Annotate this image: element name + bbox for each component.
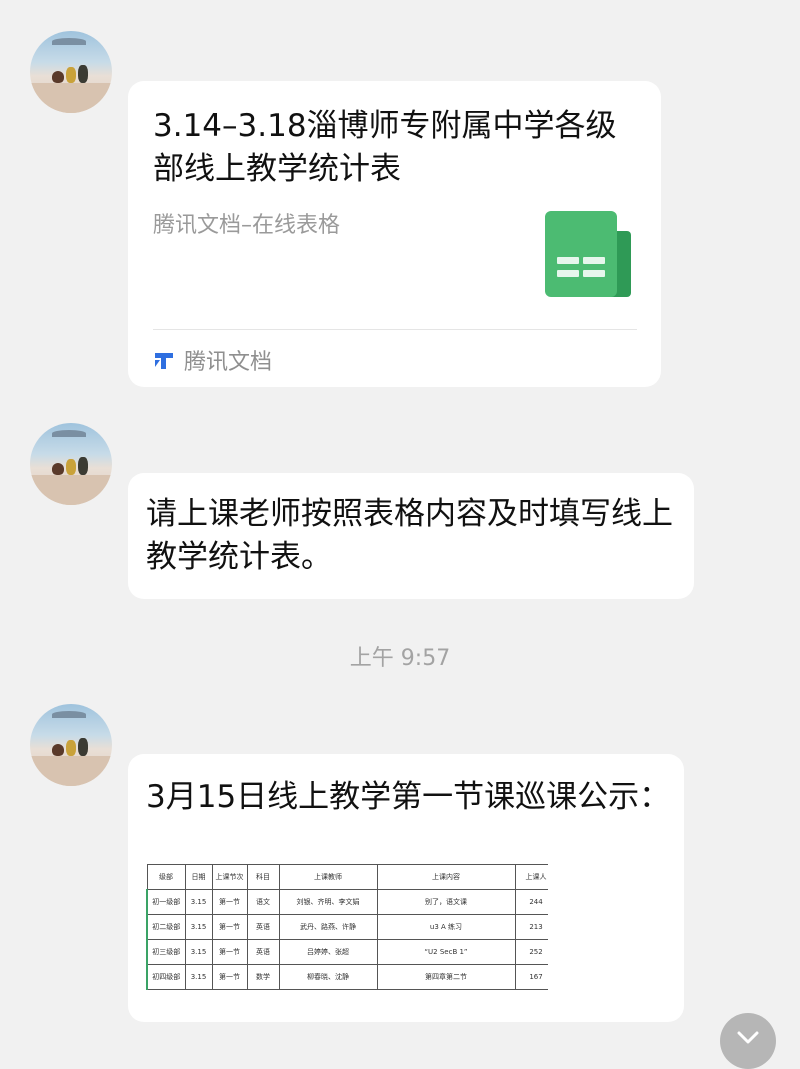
message-text: 请上课老师按照表格内容及时填写线上教学统计表。 — [146, 496, 673, 575]
table-cell: 第一节 — [211, 889, 248, 915]
column-header: 科目 — [246, 864, 280, 890]
card-divider — [153, 329, 637, 330]
table-cell: 3.15 — [184, 964, 213, 990]
table-cell: 167 — [514, 964, 548, 990]
column-header: 日期 — [184, 864, 213, 890]
table-cell: 3.15 — [184, 939, 213, 965]
doc-share-card[interactable]: 3.14–3.18淄博师专附属中学各级部线上教学统计表 腾讯文档–在线表格 腾讯… — [128, 81, 661, 387]
table-header-row: 级部 日期 上课节次 科目 上课教师 上课内容 上课人 — [146, 864, 548, 890]
table-cell: 初二级部 — [146, 914, 186, 940]
column-header: 级部 — [146, 864, 186, 890]
table-cell: 柳春晓、沈静 — [278, 964, 378, 990]
table-cell: 英语 — [246, 939, 280, 965]
table-cell: 别了，语文课 — [376, 889, 516, 915]
column-header: 上课人 — [514, 864, 548, 890]
chevron-down-icon — [737, 1031, 759, 1044]
table-cell: 第一节 — [211, 939, 248, 965]
column-header: 上课内容 — [376, 864, 516, 890]
card-source-label: 腾讯文档 — [184, 350, 273, 375]
table-cell: 第四章第二节 — [376, 964, 516, 990]
table-cell: 第一节 — [211, 914, 248, 940]
table-row: 初四级部 3.15 第一节 数学 柳春晓、沈静 第四章第二节 167 — [146, 964, 548, 990]
text-message-bubble[interactable]: 请上课老师按照表格内容及时填写线上教学统计表。 — [128, 473, 694, 599]
table-cell: 英语 — [246, 914, 280, 940]
table-cell: 252 — [514, 939, 548, 965]
sender-avatar[interactable] — [30, 423, 112, 505]
card-footer: 腾讯文档 — [153, 344, 272, 376]
inspection-table: 级部 日期 上课节次 科目 上课教师 上课内容 上课人 初一级部 3.15 第一… — [146, 864, 548, 990]
spreadsheet-icon — [545, 211, 631, 299]
table-cell: 初四级部 — [146, 964, 186, 990]
tencent-docs-logo-icon — [155, 353, 173, 369]
table-cell: 吕婷婷、张超 — [278, 939, 378, 965]
table-cell: 刘银、齐明、李文娟 — [278, 889, 378, 915]
sender-avatar[interactable] — [30, 704, 112, 786]
table-cell: 初三级部 — [146, 939, 186, 965]
table-row: 初二级部 3.15 第一节 英语 武丹、路燕、许静 u3 A 练习 213 — [146, 914, 548, 940]
column-header: 上课教师 — [278, 864, 378, 890]
notice-message-bubble[interactable]: 3月15日线上教学第一节课巡课公示： 级部 日期 上课节次 科目 上课教师 上课… — [128, 754, 684, 1022]
doc-card-title: 3.14–3.18淄博师专附属中学各级部线上教学统计表 — [153, 108, 617, 187]
message-timestamp: 上午 9:57 — [349, 646, 451, 671]
table-image[interactable]: 级部 日期 上课节次 科目 上课教师 上课内容 上课人 初一级部 3.15 第一… — [146, 864, 548, 992]
table-cell: 244 — [514, 889, 548, 915]
table-cell: 语文 — [246, 889, 280, 915]
notice-text: 3月15日线上教学第一节课巡课公示： — [146, 779, 671, 815]
table-cell: 213 — [514, 914, 548, 940]
table-cell: 3.15 — [184, 889, 213, 915]
table-cell: 3.15 — [184, 914, 213, 940]
table-row: 初一级部 3.15 第一节 语文 刘银、齐明、李文娟 别了，语文课 244 — [146, 889, 548, 915]
table-cell: 武丹、路燕、许静 — [278, 914, 378, 940]
table-cell: u3 A 练习 — [376, 914, 516, 940]
table-cell: 数学 — [246, 964, 280, 990]
table-row: 初三级部 3.15 第一节 英语 吕婷婷、张超 “U2 SecB 1” 252 — [146, 939, 548, 965]
table-cell: 初一级部 — [146, 889, 186, 915]
table-cell: “U2 SecB 1” — [376, 939, 516, 965]
sender-avatar[interactable] — [30, 31, 112, 113]
scroll-to-bottom-button[interactable] — [720, 1013, 776, 1069]
doc-card-subtitle: 腾讯文档–在线表格 — [153, 213, 341, 238]
column-header: 上课节次 — [211, 864, 248, 890]
table-cell: 第一节 — [211, 964, 248, 990]
